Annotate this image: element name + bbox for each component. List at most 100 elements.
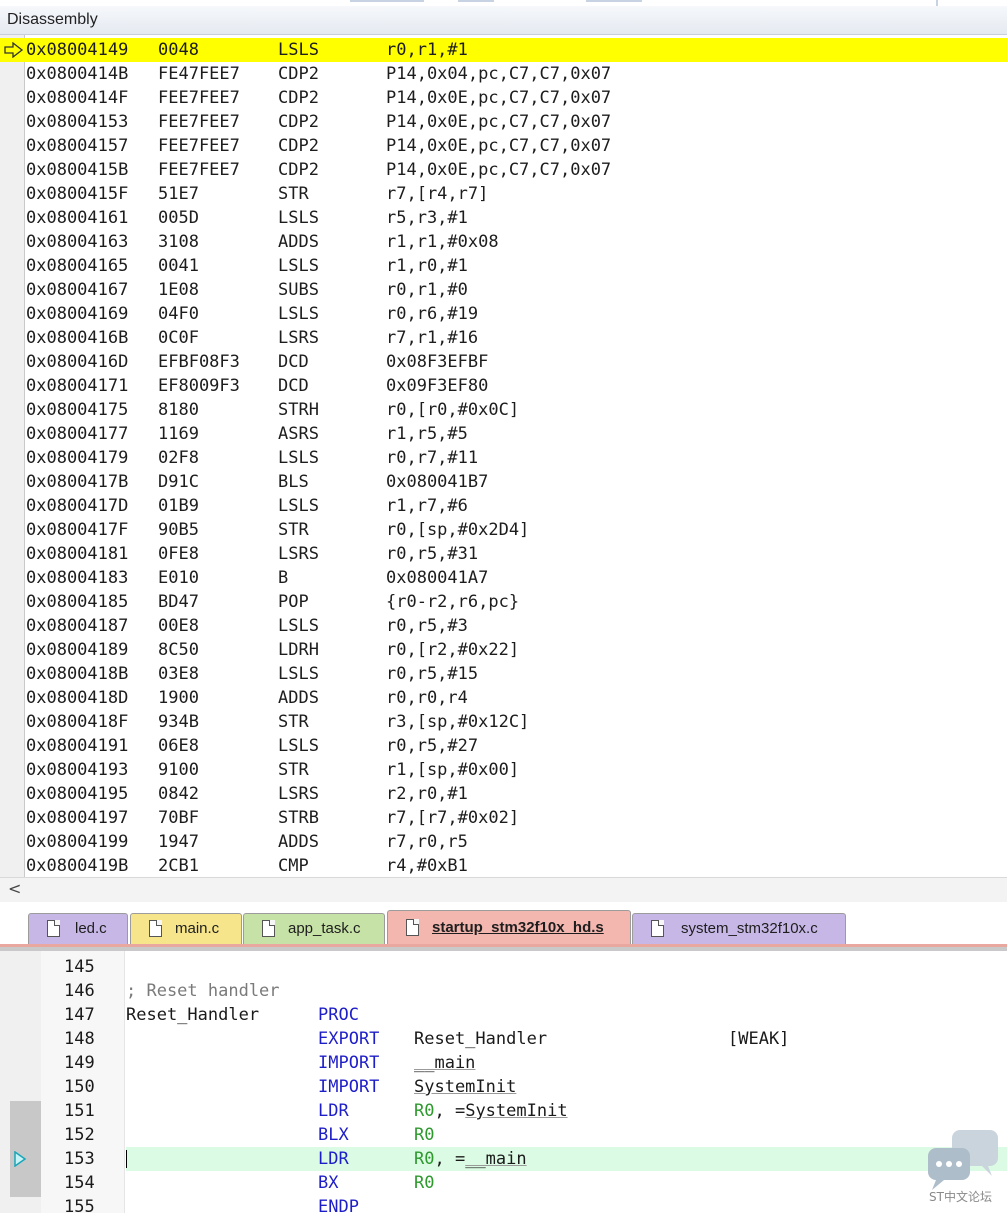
tab-main-c[interactable]: main.c [130,913,242,944]
code-symbol: __main [465,1149,527,1169]
instruction-row[interactable]: 0x08004183 E010 B 0x080041A7 [0,566,1007,590]
source-line[interactable]: 146 ; Reset handler [0,979,1007,1003]
instruction-opcode: 0048 [158,40,199,60]
source-line[interactable]: 150 IMPORT SystemInit [0,1075,1007,1099]
source-line[interactable]: 149 IMPORT __main [0,1051,1007,1075]
instruction-row[interactable]: 0x08004187 00E8 LSLS r0,r5,#3 [0,614,1007,638]
instruction-row[interactable]: 0x08004185 BD47 POP {r0-r2,r6,pc} [0,590,1007,614]
source-line[interactable]: 148 EXPORT Reset_Handler [WEAK] [0,1027,1007,1051]
source-line[interactable]: 154 BX R0 [0,1171,1007,1195]
source-line[interactable]: 155 ENDP [0,1195,1007,1219]
instruction-operands: r0,r1,#1 [386,40,468,60]
code-operands: R0, =__main [414,1147,527,1171]
tab-app-task-c[interactable]: app_task.c [243,913,385,944]
instruction-row[interactable]: 0x08004163 3108 ADDS r1,r1,#0x08 [0,230,1007,254]
instruction-row[interactable]: 0x0800414F FEE7FEE7 CDP2 P14,0x0E,pc,C7,C7,… [0,86,1007,110]
instruction-opcode: 1947 [158,832,199,852]
instruction-operands: P14,0x04,pc,C7,C7,0x07 [386,64,612,84]
instruction-row[interactable]: 0x0800418B 03E8 LSLS r0,r5,#15 [0,662,1007,686]
instruction-operands: 0x09F3EF80 [386,376,489,396]
instruction-row[interactable]: 0x08004169 04F0 LSLS r0,r6,#19 [0,302,1007,326]
instruction-row[interactable]: 0x0800417B D91C BLS 0x080041B7 [0,470,1007,494]
instruction-operands: r7,r0,r5 [386,832,468,852]
instruction-row[interactable]: 0x08004175 8180 STRH r0,[r0,#0x0C] [0,398,1007,422]
instruction-operands: r0,[sp,#0x2D4] [386,520,530,540]
instruction-mnemonic: LSLS [278,448,319,468]
instruction-row[interactable]: 0x0800418F 934B STR r3,[sp,#0x12C] [0,710,1007,734]
code-operands: SystemInit [414,1075,516,1099]
instruction-opcode: FE47FEE7 [158,64,240,84]
code-keyword: PROC [318,1005,359,1025]
tab-startup-stm32f10x-hd-s[interactable]: startup_stm32f10x_hd.s [387,910,631,944]
instruction-opcode: BD47 [158,592,199,612]
source-line[interactable]: 152 BLX R0 [0,1123,1007,1147]
horizontal-scrollbar[interactable]: < [0,877,1007,902]
instruction-row[interactable]: 0x0800416D EFBF08F3 DCD 0x08F3EFBF [0,350,1007,374]
instruction-row[interactable]: 0x08004195 0842 LSRS r2,r0,#1 [0,782,1007,806]
instruction-operands: 0x080041A7 [386,568,489,588]
instruction-opcode: 02F8 [158,448,199,468]
instruction-mnemonic: STR [278,520,309,540]
scroll-left-icon[interactable]: < [8,878,21,900]
tab-led-c[interactable]: led.c [28,913,128,944]
instruction-operands: P14,0x0E,pc,C7,C7,0x07 [386,88,612,108]
line-number: 150 [64,1077,95,1097]
instruction-address: 0x0800418D [26,688,129,708]
instruction-operands: r3,[sp,#0x12C] [386,712,530,732]
instruction-opcode: 2CB1 [158,856,199,876]
instruction-row[interactable]: 0x08004177 1169 ASRS r1,r5,#5 [0,422,1007,446]
source-line[interactable]: 151 LDR R0, =SystemInit [0,1099,1007,1123]
instruction-mnemonic: LSRS [278,544,319,564]
instruction-row[interactable]: 0x0800415B FEE7FEE7 CDP2 P14,0x0E,pc,C7,C7,… [0,158,1007,182]
instruction-row[interactable]: 0x0800414B FE47FEE7 CDP2 P14,0x04,pc,C7,C7,… [0,62,1007,86]
instruction-mnemonic: STR [278,184,309,204]
instruction-row[interactable]: 0x0800417F 90B5 STR r0,[sp,#0x2D4] [0,518,1007,542]
instruction-row[interactable]: 0x08004161 005D LSLS r5,r3,#1 [0,206,1007,230]
instruction-row[interactable]: 0x08004181 0FE8 LSRS r0,r5,#31 [0,542,1007,566]
instruction-mnemonic: SUBS [278,280,319,300]
instruction-opcode: 934B [158,712,199,732]
instruction-opcode: E010 [158,568,199,588]
instruction-row[interactable]: 0x08004197 70BF STRB r7,[r7,#0x02] [0,806,1007,830]
instruction-opcode: D91C [158,472,199,492]
instruction-row[interactable]: 0x08004191 06E8 LSLS r0,r5,#27 [0,734,1007,758]
current-source-line[interactable]: 153 LDR R0, =__main [0,1147,1007,1171]
source-editor[interactable]: 145 146 ; Reset handler 147 Reset_Handler PRO… [0,947,1007,1217]
code-keyword: IMPORT [318,1077,380,1097]
instruction-address: 0x08004165 [26,256,129,276]
instruction-row[interactable]: 0x08004167 1E08 SUBS r0,r1,#0 [0,278,1007,302]
current-instruction-row[interactable]: 0x08004149 0048 LSLS r0,r1,#1 [0,38,1007,62]
code-symbol: SystemInit [465,1101,568,1121]
instruction-row[interactable]: 0x08004199 1947 ADDS r7,r0,r5 [0,830,1007,854]
instruction-opcode: FEE7FEE7 [158,160,240,180]
instruction-row[interactable]: 0x0800418D 1900 ADDS r0,r0,r4 [0,686,1007,710]
tab-system-stm32f10x-c[interactable]: system_stm32f10x.c [632,913,846,944]
instruction-row[interactable]: 0x08004165 0041 LSLS r1,r0,#1 [0,254,1007,278]
instruction-address: 0x08004197 [26,808,129,828]
line-number: 152 [64,1125,95,1145]
instruction-row[interactable]: 0x0800417D 01B9 LSLS r1,r7,#6 [0,494,1007,518]
instruction-row[interactable]: 0x08004171 EF8009F3 DCD 0x09F3EF80 [0,374,1007,398]
instruction-mnemonic: LSLS [278,40,319,60]
instruction-row[interactable]: 0x08004157 FEE7FEE7 CDP2 P14,0x0E,pc,C7,C7,… [0,134,1007,158]
instruction-row[interactable]: 0x0800416B 0C0F LSRS r7,r1,#16 [0,326,1007,350]
instruction-opcode: 0842 [158,784,199,804]
instruction-row[interactable]: 0x08004189 8C50 LDRH r0,[r2,#0x22] [0,638,1007,662]
instruction-opcode: 3108 [158,232,199,252]
instruction-mnemonic: LSLS [278,736,319,756]
disassembly-listing[interactable]: 0x08004149 0048 LSLS r0,r1,#1 0x0800414B FE47… [0,35,1007,877]
instruction-operands: r1,r0,#1 [386,256,468,276]
instruction-row[interactable]: 0x08004179 02F8 LSLS r0,r7,#11 [0,446,1007,470]
instruction-address: 0x08004187 [26,616,129,636]
source-line[interactable]: 145 [0,955,1007,979]
instruction-row[interactable]: 0x08004193 9100 STR r1,[sp,#0x00] [0,758,1007,782]
instruction-row[interactable]: 0x0800415F 51E7 STR r7,[r4,r7] [0,182,1007,206]
code-comment: ; Reset handler [126,981,280,1001]
instruction-row[interactable]: 0x08004153 FEE7FEE7 CDP2 P14,0x0E,pc,C7,C7,… [0,110,1007,134]
file-icon [651,920,664,937]
instruction-row[interactable]: 0x0800419B 2CB1 CMP r4,#0xB1 [0,854,1007,877]
line-number: 146 [64,981,95,1001]
instruction-opcode: 90B5 [158,520,199,540]
instruction-operands: r0,r6,#19 [386,304,479,324]
source-line[interactable]: 147 Reset_Handler PROC [0,1003,1007,1027]
